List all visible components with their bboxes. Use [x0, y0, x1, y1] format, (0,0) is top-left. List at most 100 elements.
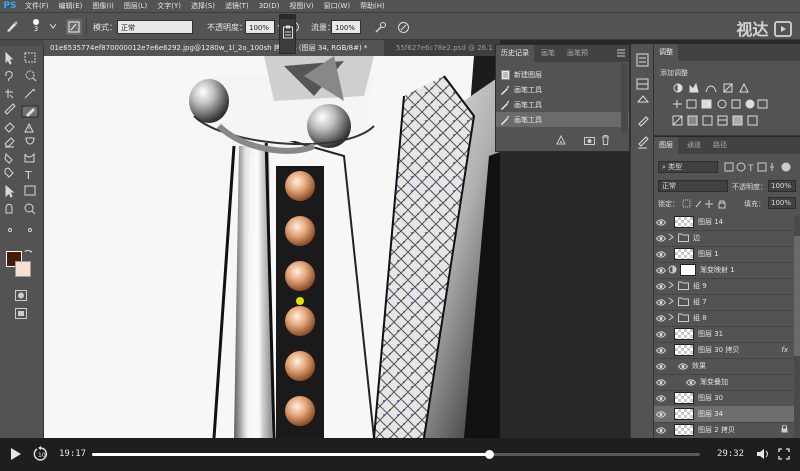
history-item[interactable]: 画笔工具 [496, 97, 629, 112]
visibility-eye-icon[interactable] [654, 362, 668, 370]
layer-name[interactable]: 图层 34 [698, 409, 723, 419]
document-canvas[interactable] [44, 56, 500, 438]
menu-item[interactable]: 文件(F) [20, 0, 54, 12]
layer-row[interactable]: 图层 31 [654, 326, 794, 343]
chevron-right-icon[interactable] [668, 297, 678, 307]
fx-icon[interactable]: fx [781, 346, 788, 354]
quick-mask-icon[interactable] [15, 290, 27, 303]
brush-panel-toggle-icon[interactable] [66, 19, 82, 35]
tab-channels[interactable]: 通道 [682, 137, 706, 154]
paths-panel-icon[interactable] [635, 96, 651, 112]
menu-item[interactable]: 图像(I) [87, 0, 119, 12]
visibility-eye-icon[interactable] [654, 250, 668, 258]
replay-10-icon[interactable]: 10 [33, 446, 49, 464]
airbrush-icon[interactable] [372, 19, 388, 35]
layer-row[interactable]: 组 8 [654, 310, 794, 327]
tab-layers[interactable]: 图层 [654, 137, 678, 154]
layer-name[interactable]: 组 9 [693, 281, 707, 291]
brush-tool-preset-icon[interactable] [4, 18, 20, 34]
layer-thumbnail[interactable] [674, 392, 694, 404]
visibility-eye-icon[interactable] [654, 426, 668, 434]
layer-row[interactable]: 边 [654, 230, 794, 247]
layers-scrollbar[interactable] [794, 216, 800, 438]
flow-input[interactable]: 100% [331, 20, 361, 34]
layer-name[interactable]: 渐变叠加 [700, 377, 728, 387]
fill-input[interactable]: 100% [768, 197, 796, 209]
visibility-eye-icon[interactable] [654, 410, 668, 418]
lock-icons[interactable] [682, 199, 738, 209]
tab-second-document[interactable]: 55f627e6c78e2.psd @ 26.1 [390, 40, 500, 56]
volume-icon[interactable] [756, 448, 770, 462]
visibility-eye-icon[interactable] [654, 218, 668, 226]
swap-colors-icon[interactable] [24, 249, 33, 260]
menu-item[interactable]: 文字(Y) [152, 0, 186, 12]
new-snapshot-icon[interactable] [556, 134, 566, 147]
layer-row[interactable]: 组 9 [654, 278, 794, 295]
layer-row[interactable]: 效果 [654, 358, 794, 375]
menu-item[interactable]: 帮助(H) [355, 0, 390, 12]
floating-panel-grip[interactable] [280, 15, 295, 19]
layer-name[interactable]: 图层 30 [698, 393, 723, 403]
layer-name[interactable]: 组 7 [693, 297, 707, 307]
menu-item[interactable]: 视图(V) [284, 0, 318, 12]
layer-mask-thumbnail[interactable] [680, 264, 696, 276]
progress-handle[interactable] [485, 450, 495, 459]
menu-item[interactable]: 3D(D) [254, 0, 285, 12]
effect-eye-icon[interactable] [668, 378, 700, 386]
tab-brush-presets[interactable]: 画笔预 [562, 45, 593, 62]
history-item[interactable]: 新建图层 [496, 67, 629, 82]
layer-name[interactable]: 图层 1 [698, 249, 719, 259]
brush-size-picker[interactable]: 3 [26, 17, 46, 37]
layer-row[interactable]: 图层 30 拷贝 fx [654, 342, 794, 359]
chevron-right-icon[interactable] [668, 233, 678, 243]
visibility-eye-icon[interactable] [654, 266, 668, 274]
menu-item[interactable]: 滤镜(T) [220, 0, 254, 12]
fullscreen-icon[interactable] [778, 448, 790, 462]
layer-filter-icons[interactable]: T [724, 162, 794, 172]
layer-row[interactable]: 图层 2 拷贝 [654, 422, 794, 438]
play-icon[interactable] [10, 447, 22, 463]
trash-icon[interactable] [601, 135, 610, 147]
visibility-eye-icon[interactable] [654, 234, 668, 242]
layer-row[interactable]: 组 7 [654, 294, 794, 311]
tab-paths[interactable]: 路径 [708, 137, 732, 154]
history-scrollbar[interactable] [621, 63, 628, 133]
layer-row[interactable]: 渐变映射 1 [654, 262, 794, 279]
background-color-swatch[interactable] [15, 261, 31, 277]
layer-thumbnail[interactable] [674, 248, 694, 260]
menu-item[interactable]: 选择(S) [186, 0, 220, 12]
effect-eye-icon[interactable] [668, 362, 692, 370]
brush-presets-panel-icon[interactable] [635, 136, 651, 152]
history-panel-icon[interactable] [635, 56, 651, 72]
tab-adjustments[interactable]: 调整 [654, 44, 678, 61]
layer-name[interactable]: 图层 30 拷贝 [698, 345, 739, 355]
layer-opacity-input[interactable]: 100% [768, 180, 796, 192]
layer-thumbnail[interactable] [674, 408, 694, 420]
visibility-eye-icon[interactable] [654, 346, 668, 354]
opacity-input[interactable]: 100% [245, 20, 275, 34]
brush-panel-icon[interactable] [635, 116, 651, 132]
panel-menu-icon[interactable] [617, 49, 625, 59]
history-item[interactable]: 画笔工具 [496, 112, 629, 127]
layer-row[interactable]: 图层 14 [654, 216, 794, 231]
layer-name[interactable]: 图层 2 拷贝 [698, 425, 735, 435]
history-item[interactable]: 画笔工具 [496, 82, 629, 97]
chevron-right-icon[interactable] [668, 281, 678, 291]
camera-icon[interactable] [584, 135, 595, 147]
layer-name[interactable]: 渐变映射 1 [700, 265, 735, 275]
blend-mode-select[interactable]: 正常 [658, 180, 728, 192]
properties-panel-icon[interactable] [635, 78, 651, 94]
layer-row[interactable]: 图层 30 [654, 390, 794, 407]
mode-select[interactable]: 正常 [117, 20, 193, 34]
tab-active-document[interactable]: 01e6535774ef870000012e7e6e6292.jpg@1280w… [44, 40, 384, 56]
layer-thumbnail[interactable] [674, 328, 694, 340]
visibility-eye-icon[interactable] [654, 298, 668, 306]
layer-name[interactable]: 图层 31 [698, 329, 723, 339]
chevron-right-icon[interactable] [668, 313, 678, 323]
visibility-eye-icon[interactable] [654, 282, 668, 290]
tab-history[interactable]: 历史记录 [496, 45, 534, 62]
layer-filter-select[interactable]: ⌕ 类型 [658, 161, 718, 173]
screen-mode-icon[interactable] [15, 308, 27, 321]
clipboard-icon[interactable] [282, 25, 293, 41]
layer-thumbnail[interactable] [674, 344, 694, 356]
